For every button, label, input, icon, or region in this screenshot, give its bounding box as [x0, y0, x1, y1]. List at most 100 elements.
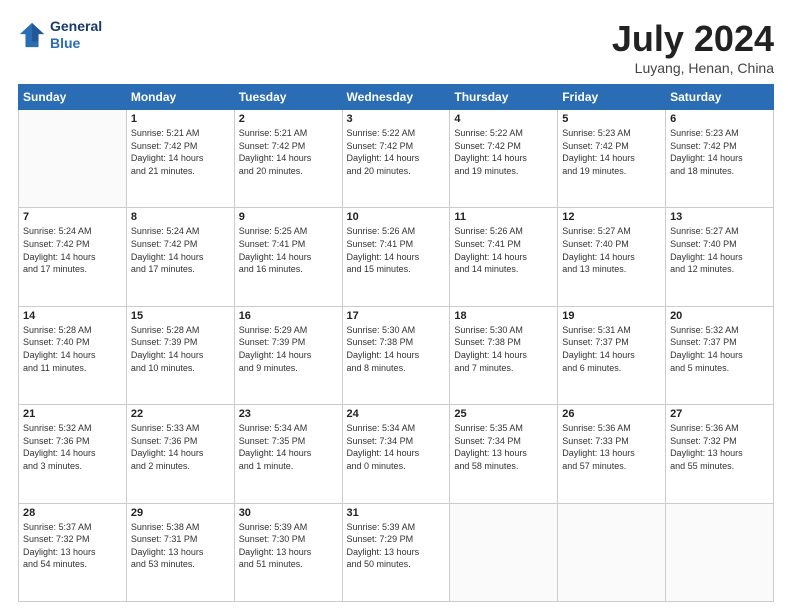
logo-icon [18, 21, 46, 49]
calendar-table: Sunday Monday Tuesday Wednesday Thursday… [18, 84, 774, 602]
col-wednesday: Wednesday [342, 85, 450, 110]
day-number: 29 [131, 507, 230, 519]
day-info: Sunrise: 5:23 AM Sunset: 7:42 PM Dayligh… [670, 127, 769, 177]
day-info: Sunrise: 5:27 AM Sunset: 7:40 PM Dayligh… [562, 225, 661, 275]
day-info: Sunrise: 5:32 AM Sunset: 7:36 PM Dayligh… [23, 422, 122, 472]
day-info: Sunrise: 5:34 AM Sunset: 7:35 PM Dayligh… [239, 422, 338, 472]
day-number: 3 [347, 113, 446, 125]
table-row: 8Sunrise: 5:24 AM Sunset: 7:42 PM Daylig… [126, 208, 234, 306]
table-row: 30 Sunrise: 5:39 AM Sunset: 7:30 PM Dayli… [234, 503, 342, 601]
table-row: 1 Sunrise: 5:21 AM Sunset: 7:42 PM Daylig… [126, 110, 234, 208]
day-number: 14 [23, 310, 122, 322]
main-title: July 2024 [612, 18, 774, 60]
day-number: 6 [670, 113, 769, 125]
table-row: 2 Sunrise: 5:21 AM Sunset: 7:42 PM Daylig… [234, 110, 342, 208]
page: General Blue July 2024 Luyang, Henan, Ch… [0, 0, 792, 612]
day-number: 17 [347, 310, 446, 322]
day-number: 21 [23, 408, 122, 420]
day-number: 16 [239, 310, 338, 322]
table-row [19, 110, 127, 208]
table-row: 26 Sunrise: 5:36 AM Sunset: 7:33 PM Dayli… [558, 405, 666, 503]
table-row: 24 Sunrise: 5:34 AM Sunset: 7:34 PM Dayli… [342, 405, 450, 503]
day-number: 4 [454, 113, 553, 125]
calendar-week-row: 1 Sunrise: 5:21 AM Sunset: 7:42 PM Daylig… [19, 110, 774, 208]
day-number: 2 [239, 113, 338, 125]
table-row: 5Sunrise: 5:23 AM Sunset: 7:42 PM Daylig… [558, 110, 666, 208]
table-row: 25Sunrise: 5:35 AM Sunset: 7:34 PM Dayli… [450, 405, 558, 503]
day-info: Sunrise: 5:25 AM Sunset: 7:41 PM Dayligh… [239, 225, 338, 275]
day-number: 31 [347, 507, 446, 519]
table-row [666, 503, 774, 601]
table-row: 16 Sunrise: 5:29 AM Sunset: 7:39 PM Dayli… [234, 306, 342, 404]
day-info: Sunrise: 5:27 AM Sunset: 7:40 PM Dayligh… [670, 225, 769, 275]
title-block: July 2024 Luyang, Henan, China [612, 18, 774, 76]
day-info: Sunrise: 5:30 AM Sunset: 7:38 PM Dayligh… [347, 324, 446, 374]
table-row: 21 Sunrise: 5:32 AM Sunset: 7:36 PM Dayli… [19, 405, 127, 503]
col-friday: Friday [558, 85, 666, 110]
day-number: 12 [562, 211, 661, 223]
day-info: Sunrise: 5:28 AM Sunset: 7:40 PM Dayligh… [23, 324, 122, 374]
day-number: 22 [131, 408, 230, 420]
day-number: 24 [347, 408, 446, 420]
day-number: 20 [670, 310, 769, 322]
day-number: 30 [239, 507, 338, 519]
logo-text: General Blue [50, 18, 102, 52]
table-row [558, 503, 666, 601]
calendar-week-row: 14 Sunrise: 5:28 AM Sunset: 7:40 PM Dayli… [19, 306, 774, 404]
day-number: 26 [562, 408, 661, 420]
table-row [450, 503, 558, 601]
day-info: Sunrise: 5:39 AM Sunset: 7:30 PM Dayligh… [239, 521, 338, 571]
day-number: 13 [670, 211, 769, 223]
col-thursday: Thursday [450, 85, 558, 110]
day-info: Sunrise: 5:22 AM Sunset: 7:42 PM Dayligh… [454, 127, 553, 177]
day-info: Sunrise: 5:26 AM Sunset: 7:41 PM Dayligh… [454, 225, 553, 275]
table-row: 20 Sunrise: 5:32 AM Sunset: 7:37 PM Dayli… [666, 306, 774, 404]
day-info: Sunrise: 5:32 AM Sunset: 7:37 PM Dayligh… [670, 324, 769, 374]
table-row: 15Sunrise: 5:28 AM Sunset: 7:39 PM Dayli… [126, 306, 234, 404]
col-monday: Monday [126, 85, 234, 110]
day-number: 1 [131, 113, 230, 125]
day-info: Sunrise: 5:36 AM Sunset: 7:33 PM Dayligh… [562, 422, 661, 472]
day-number: 19 [562, 310, 661, 322]
day-info: Sunrise: 5:21 AM Sunset: 7:42 PM Dayligh… [131, 127, 230, 177]
table-row: 12 Sunrise: 5:27 AM Sunset: 7:40 PM Dayli… [558, 208, 666, 306]
day-info: Sunrise: 5:36 AM Sunset: 7:32 PM Dayligh… [670, 422, 769, 472]
calendar-week-row: 28Sunrise: 5:37 AM Sunset: 7:32 PM Dayli… [19, 503, 774, 601]
day-info: Sunrise: 5:34 AM Sunset: 7:34 PM Dayligh… [347, 422, 446, 472]
table-row: 13 Sunrise: 5:27 AM Sunset: 7:40 PM Dayli… [666, 208, 774, 306]
day-number: 25 [454, 408, 553, 420]
day-number: 18 [454, 310, 553, 322]
table-row: 19 Sunrise: 5:31 AM Sunset: 7:37 PM Dayli… [558, 306, 666, 404]
table-row: 9Sunrise: 5:25 AM Sunset: 7:41 PM Daylig… [234, 208, 342, 306]
col-sunday: Sunday [19, 85, 127, 110]
day-info: Sunrise: 5:31 AM Sunset: 7:37 PM Dayligh… [562, 324, 661, 374]
table-row: 3Sunrise: 5:22 AM Sunset: 7:42 PM Daylig… [342, 110, 450, 208]
col-saturday: Saturday [666, 85, 774, 110]
day-info: Sunrise: 5:24 AM Sunset: 7:42 PM Dayligh… [23, 225, 122, 275]
table-row: 7 Sunrise: 5:24 AM Sunset: 7:42 PM Daylig… [19, 208, 127, 306]
day-number: 23 [239, 408, 338, 420]
day-number: 28 [23, 507, 122, 519]
col-tuesday: Tuesday [234, 85, 342, 110]
table-row: 22Sunrise: 5:33 AM Sunset: 7:36 PM Dayli… [126, 405, 234, 503]
day-info: Sunrise: 5:30 AM Sunset: 7:38 PM Dayligh… [454, 324, 553, 374]
day-number: 27 [670, 408, 769, 420]
table-row: 28Sunrise: 5:37 AM Sunset: 7:32 PM Dayli… [19, 503, 127, 601]
subtitle: Luyang, Henan, China [612, 60, 774, 76]
day-number: 8 [131, 211, 230, 223]
table-row: 23 Sunrise: 5:34 AM Sunset: 7:35 PM Dayli… [234, 405, 342, 503]
table-row: 11 Sunrise: 5:26 AM Sunset: 7:41 PM Dayli… [450, 208, 558, 306]
header: General Blue July 2024 Luyang, Henan, Ch… [18, 18, 774, 76]
day-info: Sunrise: 5:29 AM Sunset: 7:39 PM Dayligh… [239, 324, 338, 374]
calendar-week-row: 21 Sunrise: 5:32 AM Sunset: 7:36 PM Dayli… [19, 405, 774, 503]
table-row: 4 Sunrise: 5:22 AM Sunset: 7:42 PM Daylig… [450, 110, 558, 208]
table-row: 6 Sunrise: 5:23 AM Sunset: 7:42 PM Daylig… [666, 110, 774, 208]
day-info: Sunrise: 5:23 AM Sunset: 7:42 PM Dayligh… [562, 127, 661, 177]
day-number: 11 [454, 211, 553, 223]
day-number: 15 [131, 310, 230, 322]
day-number: 10 [347, 211, 446, 223]
day-info: Sunrise: 5:21 AM Sunset: 7:42 PM Dayligh… [239, 127, 338, 177]
day-number: 7 [23, 211, 122, 223]
day-info: Sunrise: 5:26 AM Sunset: 7:41 PM Dayligh… [347, 225, 446, 275]
table-row: 18 Sunrise: 5:30 AM Sunset: 7:38 PM Dayli… [450, 306, 558, 404]
